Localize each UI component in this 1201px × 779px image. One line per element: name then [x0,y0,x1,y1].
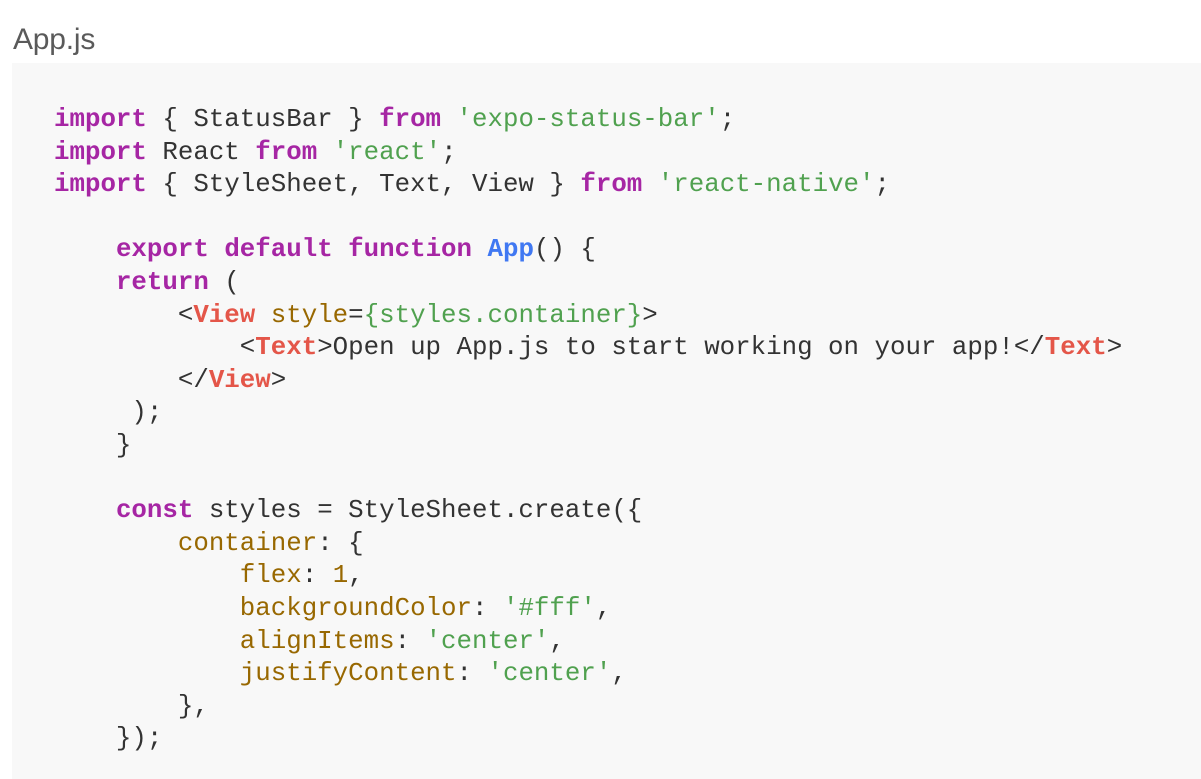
code-keyword: from [255,137,318,167]
file-title: App.js [13,23,96,56]
code-text: ); [54,398,163,428]
code-property: container [177,528,318,558]
code-property: alignItems [239,626,395,656]
code-keyword: import [54,170,147,200]
code-line: export default function App() { [54,234,1122,267]
code-keyword: function [348,235,473,265]
code-text: styles = StyleSheet.create({ [193,496,643,526]
code-text: > [270,365,287,395]
code-string: {styles.container} [363,300,643,330]
code-block: import { StatusBar } from 'expo-status-b… [12,63,1201,779]
code-text: ( [208,267,240,297]
code-line: container: { [54,528,1122,561]
code-keyword: const [115,496,194,526]
code-keyword: return [115,267,209,297]
code-text: { StyleSheet, Text, View } [146,170,581,200]
code-text: : { [317,528,364,558]
code-line: import { StyleSheet, Text, View } from '… [54,169,1122,202]
code-keyword: import [54,137,147,167]
code-text: = [348,300,364,330]
code-text: < [54,300,194,330]
code-line: alignItems: 'center', [54,626,1122,659]
code-keyword: export [115,235,209,265]
code-property: flex [239,561,302,591]
code-jsx-tag: View [193,300,256,330]
code-line: flex: 1, [54,560,1122,593]
code-line: }); [54,723,1122,756]
code-text: : [301,561,333,591]
code-text: , [595,593,612,623]
code-text: : [394,626,426,656]
code-line: }, [54,691,1122,724]
code-string: 'react' [332,137,442,167]
code-text: < [54,333,256,363]
code-text: > [1106,333,1123,363]
code-line: import React from 'react'; [54,137,1122,170]
code-jsx-tag: View [208,365,271,395]
code-function-name: App [487,235,534,265]
code-text: } [54,430,132,460]
code-line: const styles = StyleSheet.create({ [54,495,1122,528]
code-number: 1 [332,561,349,591]
code-text: : [456,659,488,689]
code-keyword: from [379,105,442,134]
code-line: backgroundColor: '#fff', [54,593,1122,626]
code-string: '#fff' [502,593,596,623]
code-keyword: from [580,170,643,200]
code-line: <View style={styles.container}> [54,300,1122,333]
code-text: , [348,561,364,591]
code-property: backgroundColor [239,593,472,623]
code-content: import { StatusBar } from 'expo-status-b… [54,104,1122,756]
code-text: () { [533,235,596,265]
code-jsx-tag: Text [255,333,318,363]
code-text: { StatusBar } [146,105,380,134]
code-line: import { StatusBar } from 'expo-status-b… [54,104,1122,137]
code-string: 'expo-status-bar' [456,105,720,134]
code-string: 'center' [425,626,550,656]
code-text: > [642,300,658,330]
code-string: 'center' [487,659,612,689]
code-line: </View> [54,365,1122,398]
code-text: }); [54,724,163,754]
code-attribute: style [270,300,349,330]
code-text: }, [54,691,209,721]
code-line: ); [54,397,1122,430]
code-keyword: import [54,105,147,134]
code-string: 'react-native' [657,170,875,200]
code-line: <Text>Open up App.js to start working on… [54,332,1122,365]
code-text: ; [874,170,890,200]
code-property: justifyContent [239,659,457,689]
code-text: ; [719,105,736,134]
code-text: >Open up App.js to start working on your… [317,333,1045,363]
code-text: , [611,659,627,689]
code-jsx-tag: Text [1044,333,1107,363]
code-line: } [54,430,1122,463]
code-line: justifyContent: 'center', [54,658,1122,691]
code-keyword: default [224,235,333,265]
code-text: React [146,137,256,167]
code-text: : [472,593,503,623]
code-text: , [549,626,565,656]
code-text: ; [441,137,457,167]
code-text: </ [54,365,209,395]
code-line: return ( [54,267,1122,300]
